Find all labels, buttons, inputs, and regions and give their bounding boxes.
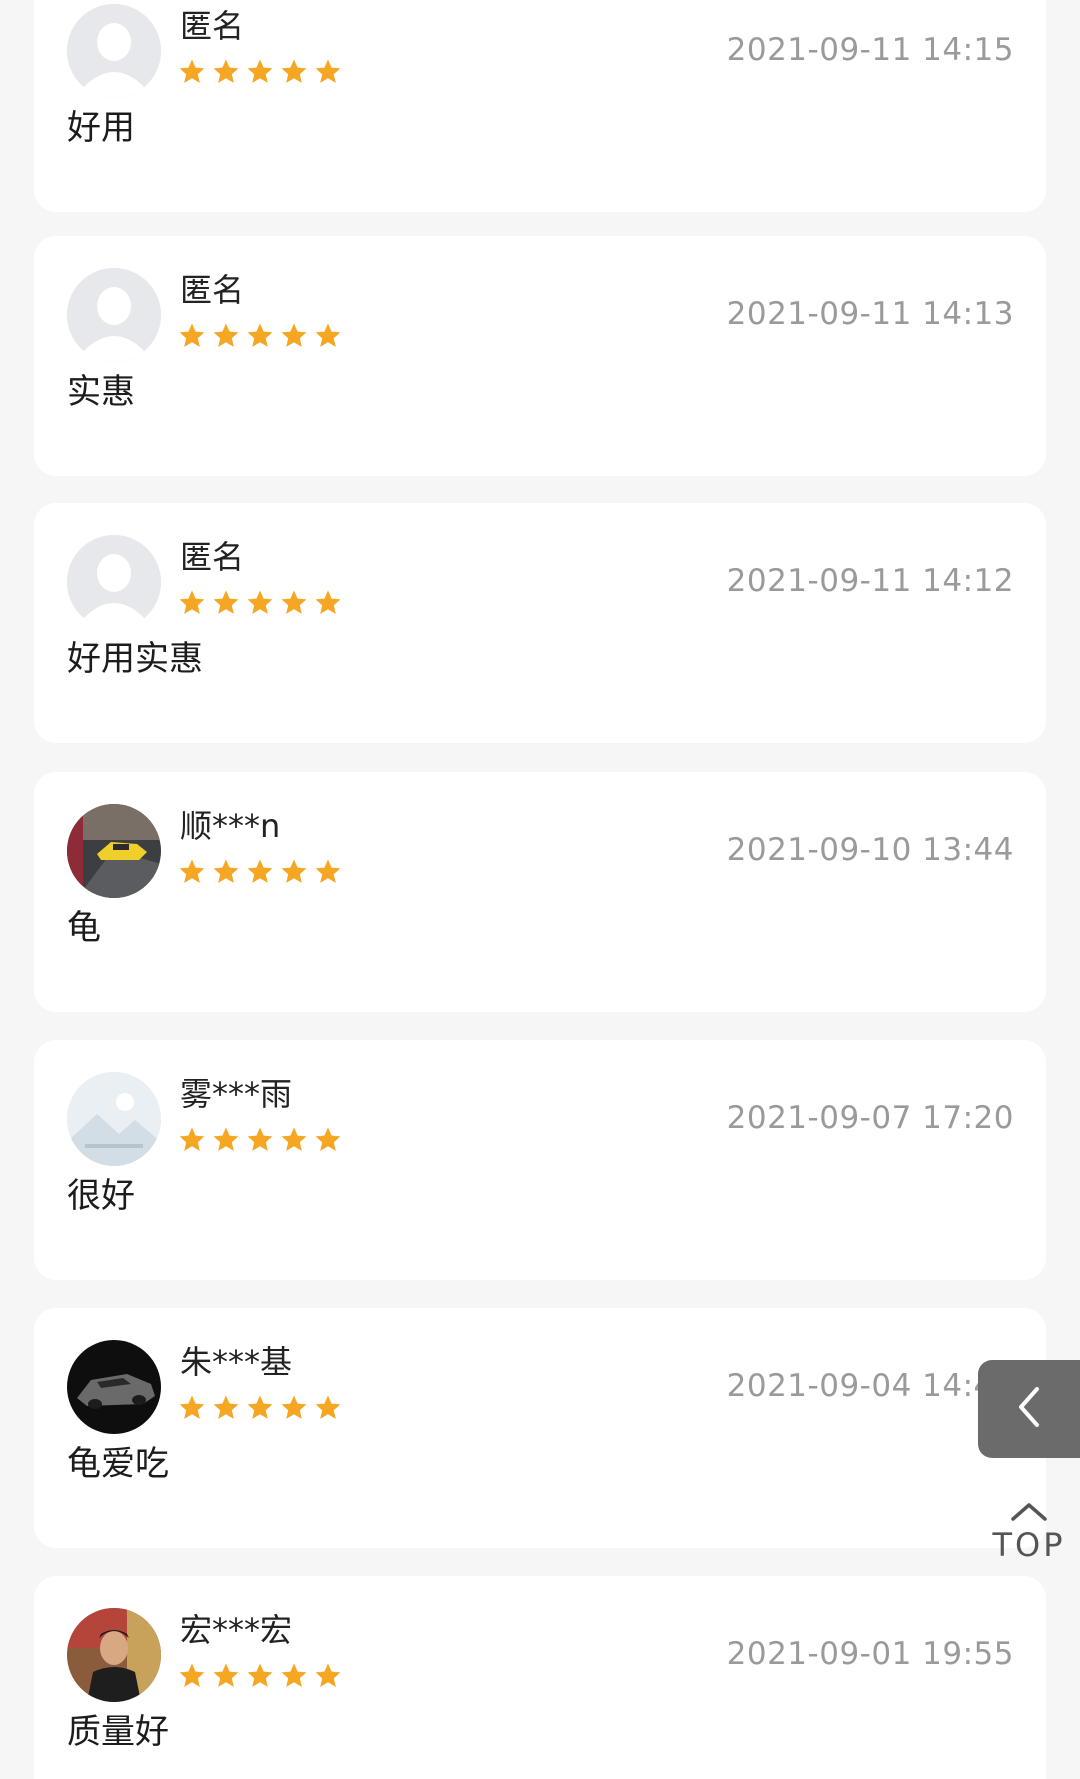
chevron-up-icon xyxy=(1009,1500,1049,1526)
review-comment: 龟 xyxy=(67,908,101,948)
back-tab[interactable] xyxy=(978,1360,1080,1458)
star-icon xyxy=(213,323,239,347)
star-rating xyxy=(178,322,342,350)
review-card: 匿名 2021-09-11 14:12 好用实惠 xyxy=(34,503,1046,743)
star-icon xyxy=(315,590,341,614)
back-to-top-button[interactable]: TOP xyxy=(982,1500,1076,1572)
star-icon xyxy=(213,859,239,883)
star-rating xyxy=(178,1126,342,1154)
star-icon xyxy=(213,590,239,614)
avatar[interactable] xyxy=(67,268,161,362)
star-icon xyxy=(179,323,205,347)
review-comment: 好用实惠 xyxy=(67,639,203,679)
star-icon xyxy=(179,859,205,883)
star-icon xyxy=(179,1127,205,1151)
review-time: 2021-09-01 19:55 xyxy=(726,1636,1014,1672)
star-icon xyxy=(247,1663,273,1687)
review-card: 顺***n 2021-09-10 13:44 龟 xyxy=(34,772,1046,1012)
star-rating xyxy=(178,58,342,86)
review-time: 2021-09-10 13:44 xyxy=(726,832,1014,868)
star-icon xyxy=(247,1127,273,1151)
star-rating xyxy=(178,589,342,617)
review-card: 匿名 2021-09-11 14:13 实惠 xyxy=(34,236,1046,476)
reviewer-name: 匿名 xyxy=(180,538,245,576)
star-icon xyxy=(315,323,341,347)
reviewer-name: 朱***基 xyxy=(180,1343,293,1381)
top-label: TOP xyxy=(992,1526,1066,1564)
star-icon xyxy=(281,1663,307,1687)
star-icon xyxy=(281,1395,307,1419)
review-comment: 实惠 xyxy=(67,372,135,412)
star-icon xyxy=(179,59,205,83)
review-card: 朱***基 2021-09-04 14:40 龟爱吃 xyxy=(34,1308,1046,1548)
star-icon xyxy=(179,1395,205,1419)
star-icon xyxy=(247,859,273,883)
star-icon xyxy=(281,1127,307,1151)
star-icon xyxy=(247,59,273,83)
star-icon xyxy=(281,590,307,614)
star-icon xyxy=(315,1663,341,1687)
review-time: 2021-09-11 14:13 xyxy=(726,296,1014,332)
star-icon xyxy=(281,59,307,83)
star-icon xyxy=(281,323,307,347)
reviewer-name: 宏***宏 xyxy=(180,1611,293,1649)
review-comment: 很好 xyxy=(67,1176,135,1216)
avatar[interactable] xyxy=(67,535,161,629)
star-rating xyxy=(178,858,342,886)
review-card: 宏***宏 2021-09-01 19:55 质量好 xyxy=(34,1576,1046,1779)
review-time: 2021-09-11 14:12 xyxy=(726,563,1014,599)
avatar[interactable] xyxy=(67,1608,161,1702)
reviewer-name: 匿名 xyxy=(180,271,245,309)
review-comment: 好用 xyxy=(67,108,135,148)
star-icon xyxy=(247,590,273,614)
review-list: 匿名 2021-09-11 14:15 好用 匿名 2021-09-11 14:13 实惠… xyxy=(0,0,1080,1779)
star-icon xyxy=(247,323,273,347)
star-rating xyxy=(178,1662,342,1690)
review-card: 匿名 2021-09-11 14:15 好用 xyxy=(34,0,1046,212)
reviewer-name: 匿名 xyxy=(180,7,245,45)
review-comment: 龟爱吃 xyxy=(67,1444,169,1484)
star-icon xyxy=(247,1395,273,1419)
reviewer-name: 雾***雨 xyxy=(180,1075,293,1113)
avatar[interactable] xyxy=(67,4,161,98)
star-icon xyxy=(213,1663,239,1687)
star-icon xyxy=(213,59,239,83)
review-time: 2021-09-07 17:20 xyxy=(726,1100,1014,1136)
reviewer-name: 顺***n xyxy=(180,807,281,845)
review-time: 2021-09-11 14:15 xyxy=(726,32,1014,68)
star-icon xyxy=(179,590,205,614)
avatar[interactable] xyxy=(67,804,161,898)
star-icon xyxy=(315,59,341,83)
review-card: 雾***雨 2021-09-07 17:20 很好 xyxy=(34,1040,1046,1280)
star-icon xyxy=(179,1663,205,1687)
star-icon xyxy=(315,1395,341,1419)
chevron-left-icon xyxy=(1011,1383,1047,1435)
star-icon xyxy=(281,859,307,883)
star-rating xyxy=(178,1394,342,1422)
avatar[interactable] xyxy=(67,1072,161,1166)
star-icon xyxy=(315,859,341,883)
star-icon xyxy=(315,1127,341,1151)
review-time: 2021-09-04 14:40 xyxy=(726,1368,1014,1404)
star-icon xyxy=(213,1395,239,1419)
avatar[interactable] xyxy=(67,1340,161,1434)
star-icon xyxy=(213,1127,239,1151)
review-comment: 质量好 xyxy=(67,1712,169,1752)
